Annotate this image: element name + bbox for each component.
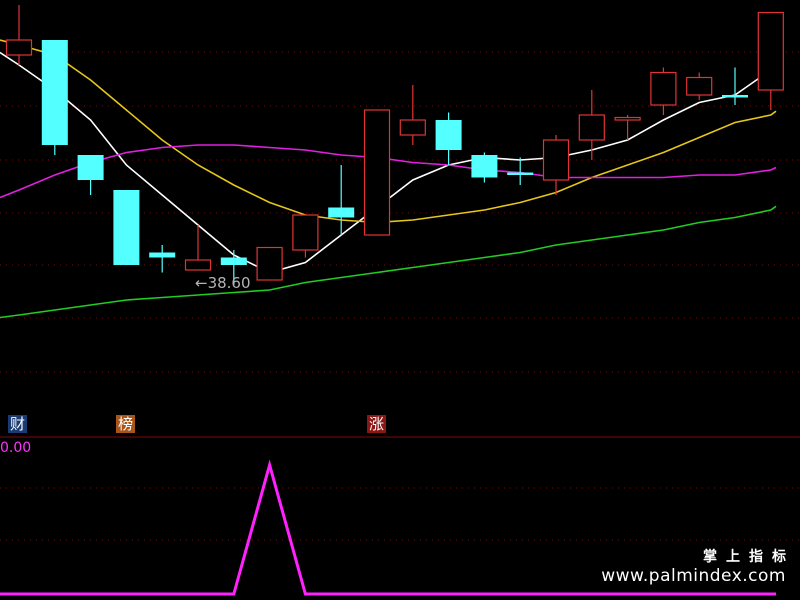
candle-body (256, 246, 283, 281)
candlestick (5, 5, 33, 65)
candle-body (113, 190, 140, 265)
watermark-url: www.palmindex.com (601, 566, 786, 586)
candle-body (542, 139, 570, 181)
candle-body (757, 11, 784, 91)
candle-body (41, 40, 68, 145)
candlestick (77, 155, 104, 195)
candle-body (722, 95, 748, 98)
candlestick (113, 190, 140, 265)
candlestick (149, 245, 176, 273)
candlestick (363, 109, 391, 236)
candle-body (77, 155, 104, 180)
candlestick (757, 11, 784, 110)
candlestick (292, 214, 319, 258)
candlestick (399, 85, 426, 145)
candlestick (686, 72, 713, 100)
candle-body (220, 257, 247, 265)
candle-body (686, 76, 713, 96)
candle-body (650, 71, 677, 106)
candlestick (41, 40, 68, 155)
badge-ranking: 榜 (116, 415, 136, 433)
candlestick (328, 165, 355, 235)
indicator-value-label: 0.00 (0, 440, 32, 456)
candle-body (292, 214, 319, 251)
candle-body (184, 259, 212, 271)
candlestick (614, 115, 641, 140)
stock-chart: ←38.60 (0, 5, 800, 596)
low-price-annotation: ←38.60 (195, 274, 251, 292)
candlestick (256, 246, 283, 281)
candle-body (328, 207, 355, 218)
candlestick (435, 112, 462, 165)
candle-body (435, 120, 462, 150)
candle-body (399, 119, 426, 136)
candle-body (363, 109, 391, 236)
candlestick (578, 90, 605, 160)
candlestick (722, 67, 748, 105)
badge-wealth: 财 (8, 415, 28, 433)
candle-body (149, 252, 176, 258)
badge-rise: 涨 (367, 415, 387, 433)
candlestick-layer (5, 5, 784, 285)
candle-body (471, 155, 498, 178)
annotation-layer: ←38.60 (195, 274, 251, 292)
candle-body (5, 39, 33, 56)
candle-body (614, 116, 641, 121)
candlestick (471, 152, 498, 183)
candlestick (650, 67, 677, 115)
candle-body (507, 172, 534, 175)
candle-body (578, 114, 605, 141)
candlestick (542, 135, 570, 195)
watermark: 掌上指标 www.palmindex.com (601, 546, 786, 586)
watermark-title: 掌上指标 (703, 549, 795, 565)
